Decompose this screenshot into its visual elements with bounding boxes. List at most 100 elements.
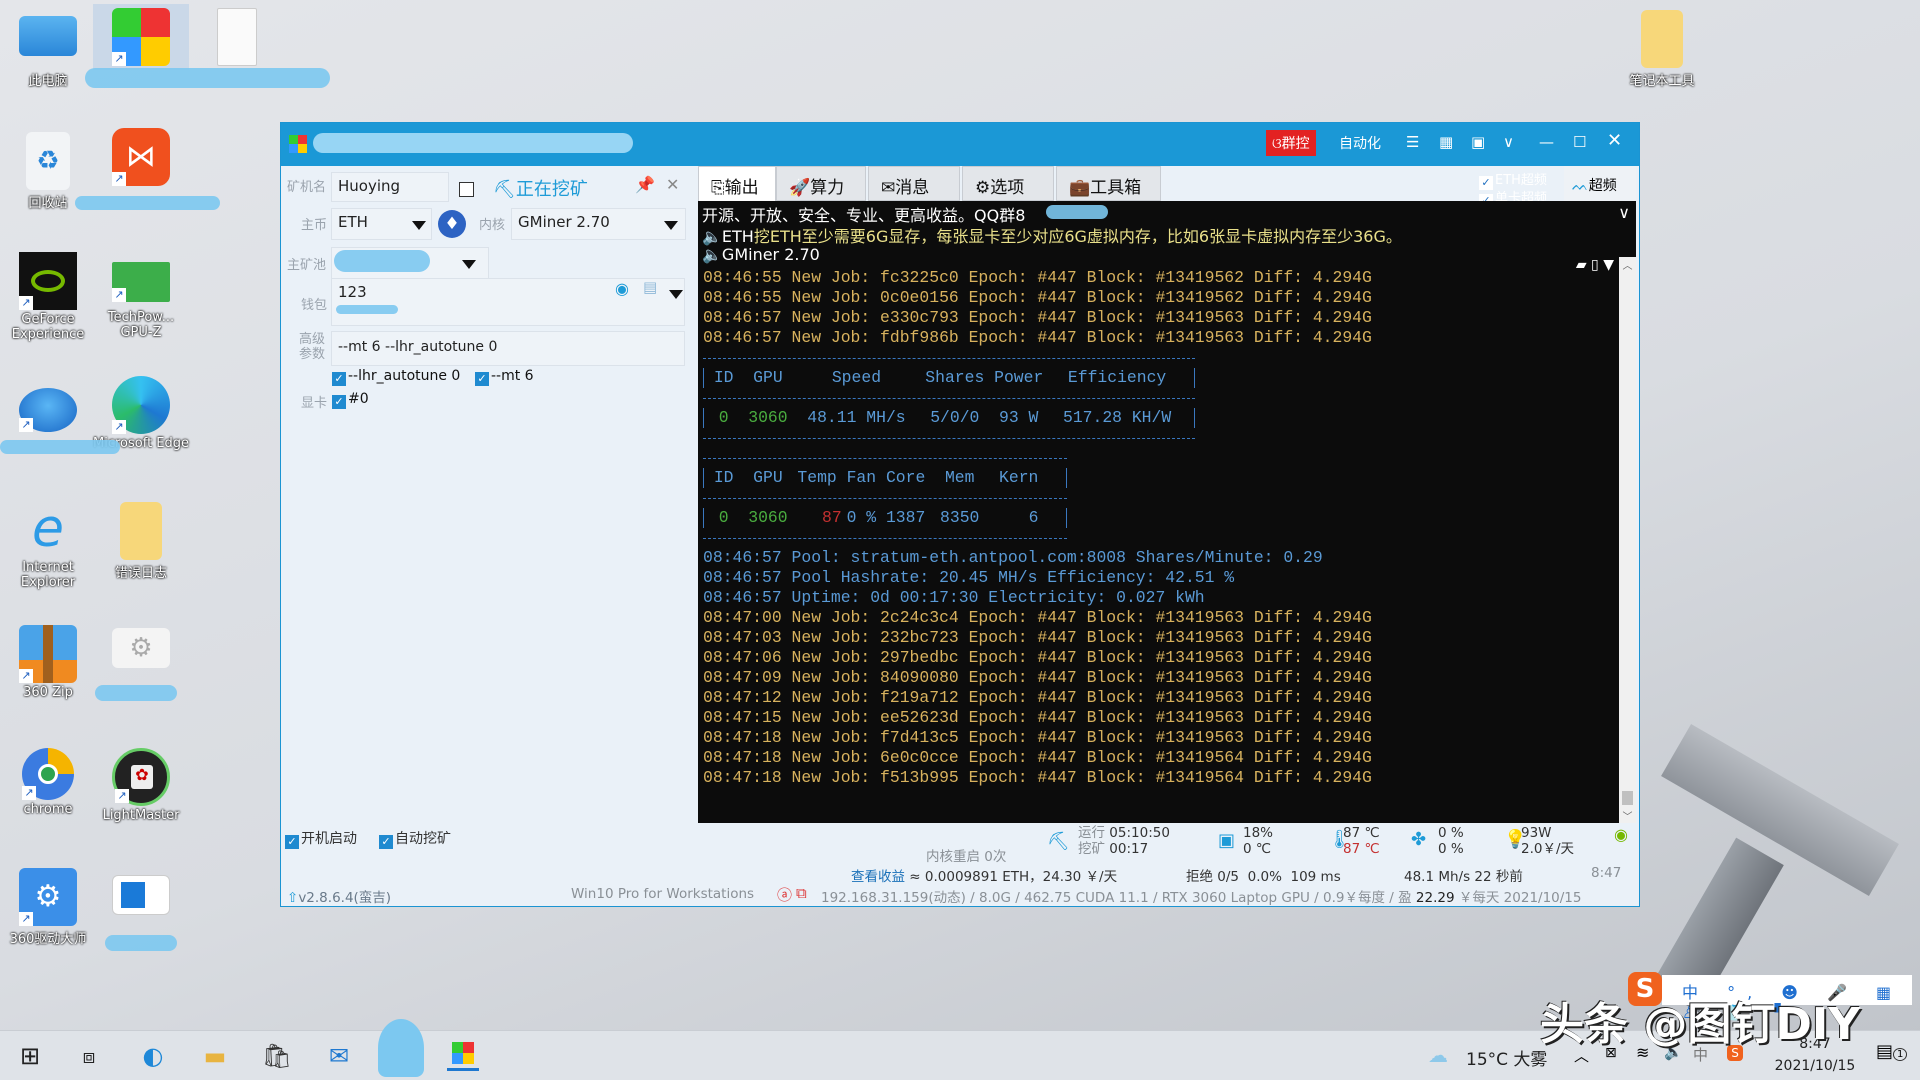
rocket-icon: 🚀 (789, 178, 811, 198)
log-line: 08:47:12 New Job: f219a712 Epoch: #447 B… (703, 688, 1372, 707)
file-explorer-icon[interactable]: ▬ (199, 1041, 231, 1071)
kernel-label: 内核 (479, 218, 506, 233)
notification-center-icon[interactable]: ▤ 1 (1876, 1041, 1908, 1062)
kernel-select[interactable]: GMiner 2.70 (511, 208, 686, 240)
gpu-table-header: ID GPU Temp Fan Core Mem Kern (703, 468, 1067, 488)
maximize-button[interactable]: ☐ (1573, 133, 1586, 151)
speed-table-header: ID GPU Speed Shares Power Efficiency (703, 368, 1195, 388)
tab-options[interactable]: ⚙选项 (962, 166, 1054, 201)
version[interactable]: ⇧v2.8.6.4(蛮吉) (287, 886, 391, 906)
overclock-button[interactable]: ᨓ超频 (1564, 166, 1636, 201)
desktop-icon-geforce[interactable]: ↗ GeForce Experience (0, 252, 96, 342)
miner-name-checkbox[interactable] (459, 182, 474, 197)
list-view-icon[interactable]: ☰ (1406, 133, 1419, 151)
wallet-label: 钱包 (301, 298, 328, 313)
automine-checkbox[interactable]: ✓ 自动挖矿 (379, 828, 451, 849)
mail-taskbar-icon[interactable]: ✉ (323, 1041, 355, 1071)
miner-window: ଓ群控 自动化 ☰ ▦ ▣ ∨ — ☐ ✕ 矿机名 Huoying ⛏正在挖矿 … (280, 122, 1640, 907)
autostart-checkbox[interactable]: ✓ 开机启动 (285, 828, 357, 849)
task-view-icon[interactable]: ⧈ (73, 1041, 105, 1071)
pin-icon[interactable]: 📌 (635, 175, 655, 194)
mt-checkbox[interactable]: ✓ --mt 6 (475, 368, 534, 386)
edge-taskbar-icon[interactable]: ◐ (137, 1041, 169, 1071)
desktop-icon-360driver[interactable]: ⚙ ↗ 360驱动大师 (0, 868, 96, 947)
log-line: 08:47:09 New Job: 84090080 Epoch: #447 B… (703, 668, 1372, 687)
desktop-icon-gpuz[interactable]: ↗ TechPow... GPU-Z (93, 252, 189, 340)
collapse-chevron-icon[interactable]: ∨ (1618, 203, 1630, 222)
check-icon: ✓ (379, 835, 393, 849)
miner-taskbar-icon[interactable] (447, 1041, 479, 1071)
folder-icon (120, 502, 162, 560)
toolbox-icon: 💼 (1069, 178, 1091, 198)
desktop-icon-this-pc[interactable]: 此电脑 (0, 10, 96, 89)
tab-output[interactable]: ⎘输出 (698, 166, 776, 201)
folder-icon[interactable]: ▰ (1576, 257, 1587, 273)
desktop-icon-miner[interactable]: ↗ (93, 4, 189, 70)
desktop-icon-error-log[interactable]: 错误日志 (93, 502, 189, 581)
desktop-icon-lightmaster[interactable]: ✿ ↗ LightMaster (93, 748, 189, 823)
file-icon[interactable]: ▯ (1591, 257, 1599, 273)
log-line: 08:46:57 Pool Hashrate: 20.45 MH/s Effic… (703, 568, 1235, 587)
code-window-icon[interactable]: ▣ (1471, 133, 1485, 151)
wallet-input[interactable]: 123 (331, 278, 685, 326)
speed-table-row: 0 3060 48.11 MH/s 5/0/0 93 W 517.28 KH/W (703, 408, 1195, 428)
chevron-down-icon[interactable]: ∨ (1503, 133, 1514, 151)
runtime: 运行 05:10:50 挖矿 00:17 (1078, 825, 1170, 857)
output-console[interactable]: 开源、开放、安全、专业、更高收益。QQ群8 🔈ETH挖ETH至少需要6G显存，每… (698, 201, 1636, 823)
copy-icon[interactable]: ▤ (643, 278, 657, 296)
miner-icon: ⛏ (1047, 831, 1070, 852)
tab-toolbox[interactable]: 💼工具箱 (1056, 166, 1161, 201)
minimize-button[interactable]: — (1539, 133, 1554, 151)
advanced-params-input[interactable]: --mt 6 --lhr_autotune 0 (331, 331, 685, 366)
weather-icon[interactable]: ☁ (1428, 1043, 1448, 1067)
desktop-icon-ie[interactable]: e Internet Explorer (0, 500, 96, 590)
automation-button[interactable]: 自动化 (1339, 133, 1381, 153)
wallet-dropdown-icon[interactable] (669, 290, 683, 299)
store-icon[interactable]: 🛍 (261, 1041, 293, 1071)
desktop-icon-video[interactable]: ⋈ ↗ (93, 128, 189, 188)
app-icon (289, 135, 307, 153)
redaction-mark (75, 196, 220, 210)
log-line: 08:46:57 New Job: e330c793 Epoch: #447 B… (703, 308, 1372, 327)
rubiks-cube-icon: ↗ (112, 8, 170, 66)
table-border (703, 528, 1067, 548)
start-button[interactable]: ⊞ (14, 1041, 46, 1071)
desktop-icon-chrome[interactable]: ↗ chrome (0, 748, 96, 817)
table-border (703, 388, 1195, 408)
mining-status: ⛏正在挖矿 (493, 179, 588, 200)
gpu-0-checkbox[interactable]: ✓ #0 (332, 391, 369, 409)
eye-icon[interactable]: ◉ (615, 279, 629, 298)
taskbar-app-hidden[interactable] (378, 1019, 424, 1077)
desktop-icon-settings[interactable]: ⚙ (93, 628, 189, 670)
close-panel-icon[interactable]: ✕ (666, 175, 679, 194)
check-icon: ✓ (332, 372, 346, 386)
gpu-label: 显卡 (301, 396, 328, 411)
coin-select[interactable]: ETH (331, 208, 432, 240)
log-line: 08:47:15 New Job: ee52623d Epoch: #447 B… (703, 708, 1372, 727)
title-bar[interactable]: ଓ群控 自动化 ☰ ▦ ▣ ∨ — ☐ ✕ (281, 123, 1639, 166)
user-icon[interactable]: ⓐ (777, 884, 792, 905)
pool-select[interactable] (331, 247, 489, 279)
group-control-button[interactable]: ଓ群控 (1266, 130, 1316, 156)
grid-view-icon[interactable]: ▦ (1439, 133, 1453, 151)
close-button[interactable]: ✕ (1607, 130, 1622, 151)
console-tools: ▰ ▯ ▼ (1576, 257, 1614, 273)
view-earnings-link[interactable]: 查看收益 (851, 869, 905, 885)
lhr-autotune-checkbox[interactable]: ✓ --lhr_autotune 0 (332, 368, 460, 386)
tab-messages[interactable]: ✉消息 (868, 166, 960, 201)
tab-hashrate[interactable]: 🚀算力 (776, 166, 866, 201)
earnings: 查看收益 ≈ 0.0009891 ETH，24.30 ￥/天 (851, 869, 1118, 885)
desktop-icon-file[interactable] (189, 8, 285, 68)
log-line: 08:47:18 New Job: f7d413c5 Epoch: #447 B… (703, 728, 1372, 747)
console-scrollbar[interactable]: ︿ ﹀ (1619, 257, 1636, 823)
desktop-icon-360zip[interactable]: ↗ 360 Zip (0, 625, 96, 700)
remote-icon[interactable]: ⧉ (796, 884, 807, 902)
recycle-bin-icon: ♻ (26, 132, 70, 190)
desktop-icon-unnamed[interactable]: ↗ (0, 380, 96, 434)
miner-name-input[interactable]: Huoying (331, 172, 449, 202)
weather[interactable]: 15°C 大雾 (1466, 1045, 1547, 1070)
filter-icon[interactable]: ▼ (1603, 257, 1614, 273)
desktop-icon-window-app[interactable] (93, 875, 189, 917)
desktop-icon-notebook-tools[interactable]: 笔记本工具 (1614, 10, 1710, 89)
chevron-down-icon (664, 221, 678, 230)
